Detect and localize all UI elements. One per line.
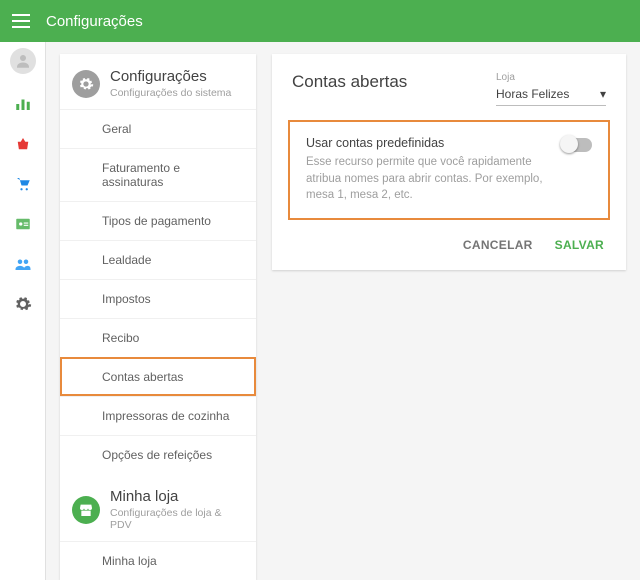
sidebar-item-geral[interactable]: Geral [60, 109, 256, 148]
topbar: Configurações [0, 0, 640, 42]
section-subtitle: Configurações de loja & PDV [110, 507, 244, 531]
sidebar-item-impressoras[interactable]: Impressoras de cozinha [60, 396, 256, 435]
feature-desc: Esse recurso permite que você rapidament… [306, 154, 550, 204]
menu-icon[interactable] [12, 14, 30, 28]
sidebar-item-minha-loja[interactable]: Minha loja [60, 541, 256, 580]
nav-rail [0, 42, 46, 580]
badge-icon[interactable] [13, 214, 33, 234]
main-card: Contas abertas Loja Horas Felizes Usar c… [272, 54, 626, 270]
page-title: Configurações [46, 13, 143, 30]
feature-predefined-accounts: Usar contas predefinidas Esse recurso pe… [288, 120, 610, 220]
store-value[interactable]: Horas Felizes [496, 85, 606, 106]
toggle-predefined-accounts[interactable] [562, 138, 592, 152]
gear-icon [72, 70, 100, 98]
sidebar-item-recibo[interactable]: Recibo [60, 318, 256, 357]
sidebar-item-faturamento[interactable]: Faturamento e assinaturas [60, 148, 256, 201]
store-icon [72, 496, 100, 524]
avatar-icon[interactable] [10, 48, 36, 74]
feature-title: Usar contas predefinidas [306, 136, 550, 150]
sidebar-item-contas-abertas[interactable]: Contas abertas [60, 357, 256, 396]
sidebar-item-lealdade[interactable]: Lealdade [60, 240, 256, 279]
sidebar-item-pagamento[interactable]: Tipos de pagamento [60, 201, 256, 240]
card-title: Contas abertas [292, 72, 407, 92]
save-button[interactable]: SALVAR [555, 238, 604, 252]
settings-sidebar: Configurações Configurações do sistema G… [60, 54, 256, 580]
sidebar-item-impostos[interactable]: Impostos [60, 279, 256, 318]
section-title: Configurações [110, 68, 231, 85]
store-select[interactable]: Loja Horas Felizes [496, 72, 606, 106]
chart-icon[interactable] [13, 94, 33, 114]
store-label: Loja [496, 72, 606, 83]
cart-icon[interactable] [13, 174, 33, 194]
cancel-button[interactable]: CANCELAR [463, 238, 533, 252]
gear-icon[interactable] [13, 294, 33, 314]
section-head-config: Configurações Configurações do sistema [60, 54, 256, 109]
basket-icon[interactable] [13, 134, 33, 154]
sidebar-item-refeicoes[interactable]: Opções de refeições [60, 435, 256, 474]
section-head-loja: Minha loja Configurações de loja & PDV [60, 474, 256, 541]
section-title: Minha loja [110, 488, 244, 505]
section-subtitle: Configurações do sistema [110, 87, 231, 99]
people-icon[interactable] [13, 254, 33, 274]
